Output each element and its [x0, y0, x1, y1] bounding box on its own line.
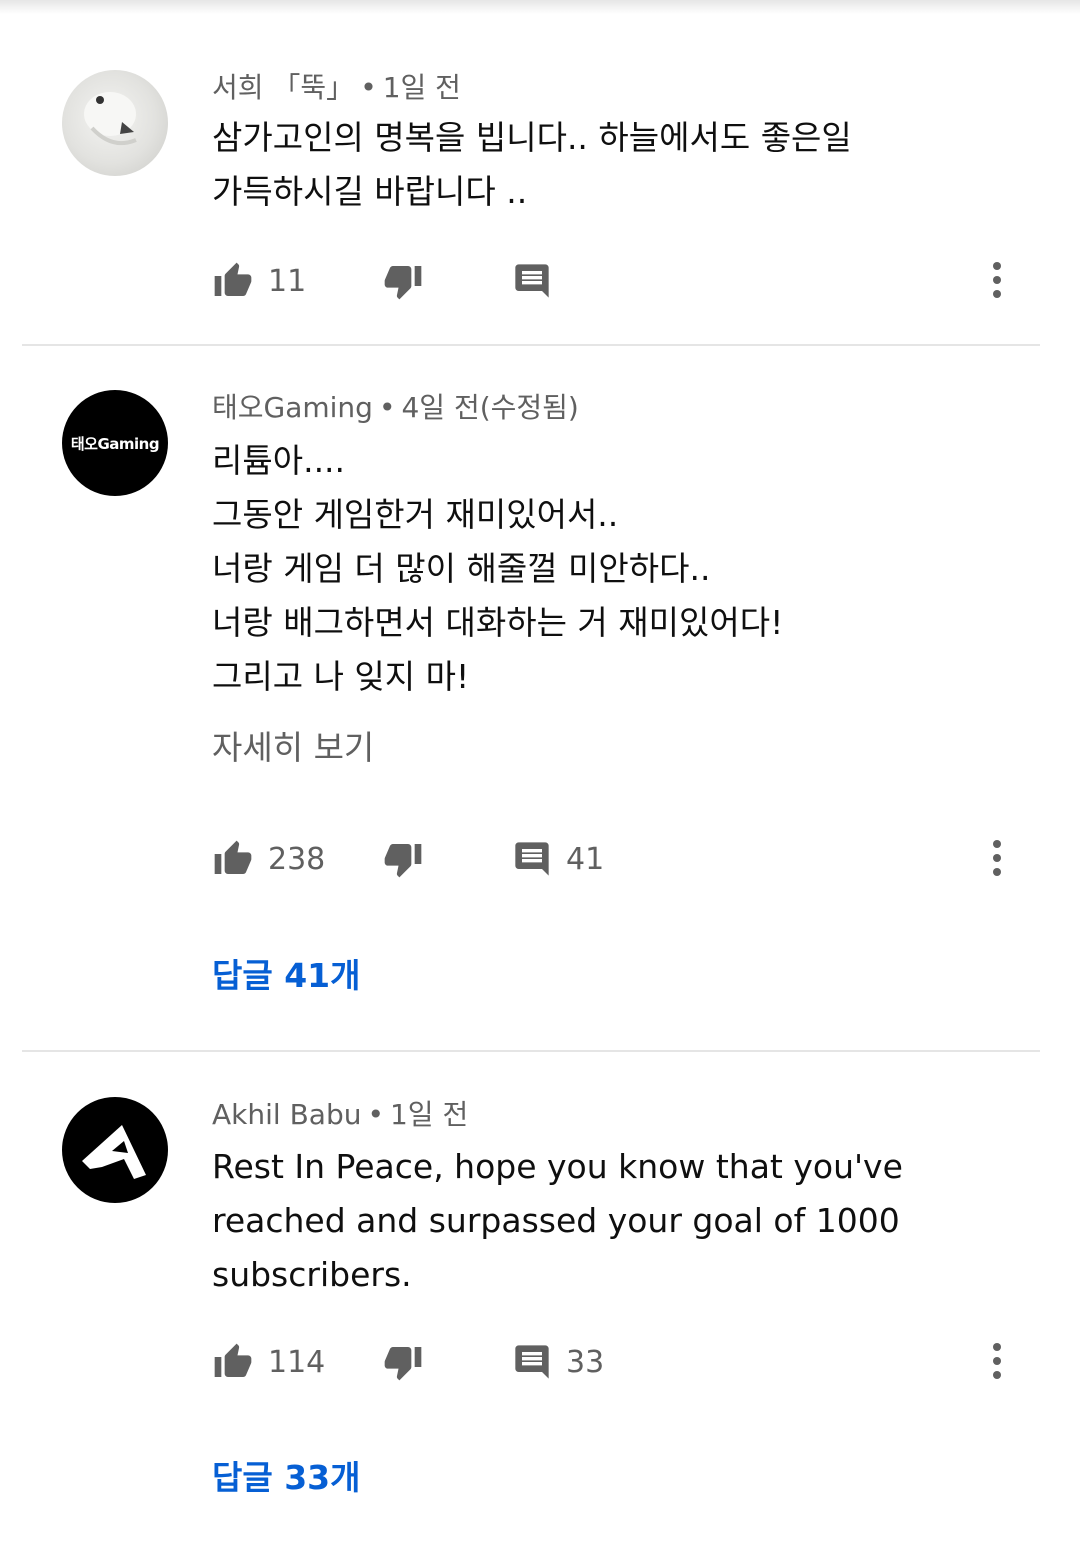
- comment-icon: [515, 264, 549, 298]
- comment-meta: 태오Gaming • 4일 전(수정됨): [212, 391, 579, 424]
- comment-actions: 114 33: [0, 1337, 1080, 1387]
- thumb-up-icon: [214, 1343, 252, 1377]
- top-shadow: [0, 0, 1080, 14]
- comment-menu-button[interactable]: [982, 256, 1012, 306]
- view-replies-link[interactable]: 답글 33개: [212, 1456, 361, 1500]
- comment-author[interactable]: Akhil Babu: [212, 1098, 361, 1131]
- avatar-akhil-babu[interactable]: [62, 1097, 168, 1203]
- reply-button[interactable]: [512, 256, 552, 306]
- comment-menu-button[interactable]: [982, 834, 1012, 884]
- more-vert-icon: [993, 1343, 1001, 1379]
- comment-line: Rest In Peace, hope you know that you've: [212, 1147, 903, 1186]
- like-button[interactable]: 238: [212, 834, 325, 884]
- more-vert-icon: [993, 262, 1001, 298]
- comment-line: 그리고 나 잊지 마!: [212, 657, 470, 696]
- like-button[interactable]: 11: [212, 256, 306, 306]
- comment-actions: 11: [0, 256, 1080, 306]
- avatar-logo-text: 태오Gaming: [70, 434, 160, 453]
- comment-time: 1일 전: [389, 1098, 469, 1131]
- like-button[interactable]: 114: [212, 1337, 325, 1387]
- thumb-down-icon: [384, 1347, 422, 1381]
- comment-menu-button[interactable]: [982, 1337, 1012, 1387]
- comment-author[interactable]: 서희 「뚝」: [212, 71, 354, 104]
- comment-text: 리튬아.... 그동안 게임한거 재미있어서.. 너랑 게임 더 많이 해줄껄 …: [212, 434, 1012, 704]
- like-count: 114: [268, 1344, 326, 1380]
- dislike-button[interactable]: [382, 1337, 424, 1387]
- comment-divider: [22, 344, 1040, 346]
- comment-line: 삼가고인의 명복을 빕니다.. 하늘에서도 좋은일: [212, 118, 852, 157]
- comment-line: 너랑 게임 더 많이 해줄껄 미안하다..: [212, 549, 711, 588]
- comment-line: 가득하시길 바랍니다 ..: [212, 172, 528, 211]
- comment-meta: 서희 「뚝」 • 1일 전: [212, 71, 461, 104]
- comment-line: reached and surpassed your goal of 1000: [212, 1201, 900, 1240]
- comment-line: 너랑 배그하면서 대화하는 거 재미있어다!: [212, 603, 784, 642]
- comment-icon: [515, 842, 549, 876]
- dislike-button[interactable]: [382, 256, 424, 306]
- read-more-link[interactable]: 자세히 보기: [212, 726, 374, 770]
- comment-text: 삼가고인의 명복을 빕니다.. 하늘에서도 좋은일 가득하시길 바랍니다 ..: [212, 111, 1012, 219]
- comment-icon: [515, 1345, 549, 1379]
- thumb-up-icon: [214, 840, 252, 874]
- comment-time: 1일 전: [382, 71, 461, 104]
- reply-button[interactable]: 41: [512, 834, 604, 884]
- like-count: 11: [268, 263, 307, 299]
- comment-time: 4일 전(수정됨): [401, 391, 579, 424]
- comment-text: Rest In Peace, hope you know that you've…: [212, 1140, 1012, 1302]
- comment-author[interactable]: 태오Gaming: [212, 391, 373, 424]
- view-replies-link[interactable]: 답글 41개: [212, 954, 361, 998]
- thumb-down-icon: [384, 844, 422, 878]
- comment-divider: [22, 1050, 1040, 1052]
- like-count: 238: [268, 841, 326, 877]
- comment-actions: 238 41: [0, 834, 1080, 884]
- reply-count: 41: [566, 841, 605, 877]
- reply-count: 33: [566, 1344, 605, 1380]
- more-vert-icon: [993, 840, 1001, 876]
- reply-button[interactable]: 33: [512, 1337, 604, 1387]
- dislike-button[interactable]: [382, 834, 424, 884]
- avatar-taeo-gaming[interactable]: 태오Gaming: [62, 390, 168, 496]
- comment-line: 그동안 게임한거 재미있어서..: [212, 495, 619, 534]
- avatar-seohui[interactable]: [62, 70, 168, 176]
- thumb-up-icon: [214, 262, 252, 296]
- comment-line: 리튬아....: [212, 441, 346, 480]
- comment-line: subscribers.: [212, 1255, 412, 1294]
- comment-meta: Akhil Babu • 1일 전: [212, 1098, 469, 1131]
- thumb-down-icon: [384, 266, 422, 300]
